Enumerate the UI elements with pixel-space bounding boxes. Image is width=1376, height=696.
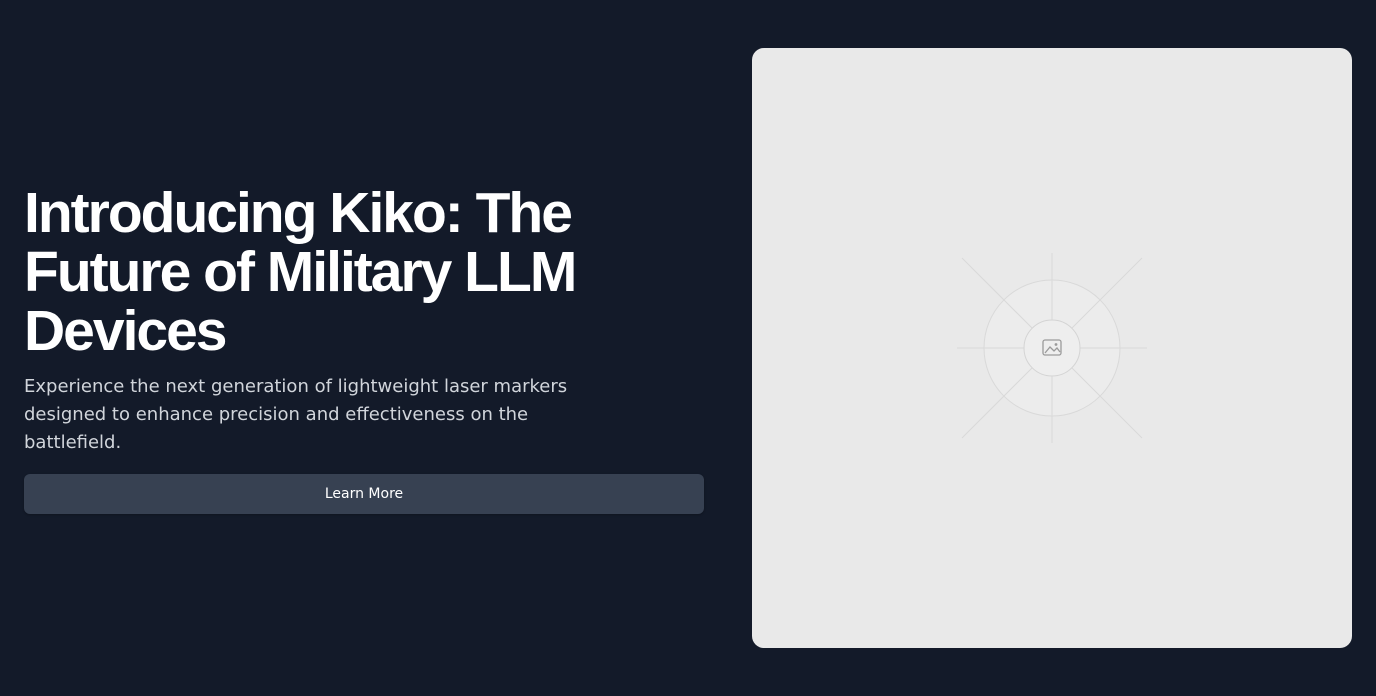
hero-headline: Introducing Kiko: The Future of Military… [24,181,577,363]
placeholder-graphic [957,253,1147,443]
image-placeholder-card [752,48,1352,648]
learn-more-button[interactable]: Learn More [24,474,704,514]
hero-subtext: Experience the next generation of lightw… [24,376,568,453]
hero-section: Introducing Kiko: The Future of Military… [0,0,1376,696]
hero-text-block: Introducing Kiko: The Future of Military… [24,184,704,514]
